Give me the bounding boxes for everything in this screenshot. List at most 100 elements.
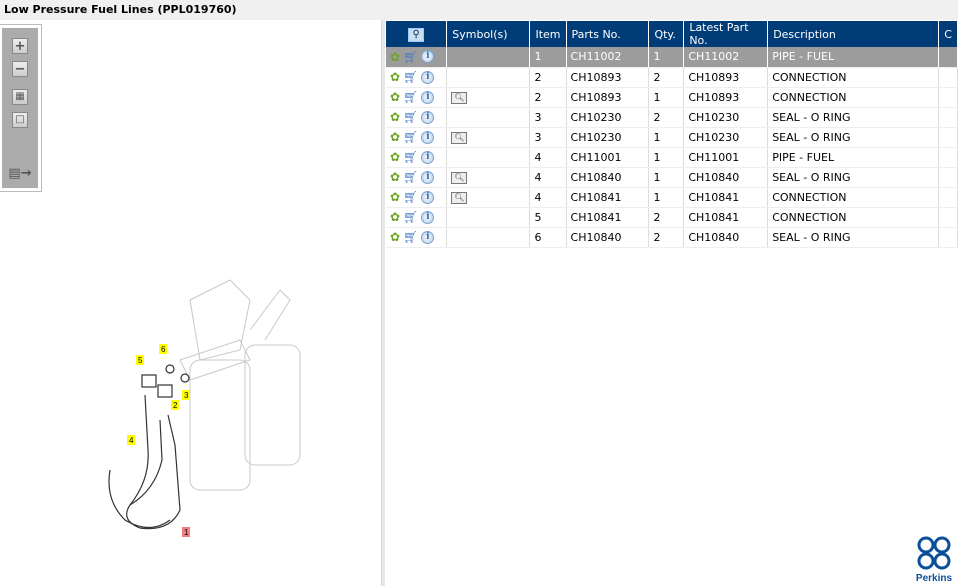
qty-cell: 2 [648, 227, 685, 248]
part-no-cell: CH10230 [566, 107, 650, 128]
parts-diagram[interactable]: 5 6 3 2 4 1 [90, 270, 310, 540]
actions-cell: ✿ 🛒︎ i [386, 127, 448, 148]
info-icon[interactable]: i [421, 170, 435, 184]
truncated-cell [938, 47, 958, 68]
grid-icon: ▦ [15, 91, 25, 102]
part-no-cell: CH10893 [566, 67, 650, 88]
symbol-cell [446, 227, 531, 248]
truncated-cell [938, 167, 958, 188]
info-icon[interactable]: i [421, 190, 435, 204]
fit-all-button[interactable]: ▦ [12, 89, 28, 105]
description-header[interactable]: Description [767, 21, 940, 47]
gear-icon[interactable]: ✿ [390, 90, 400, 104]
cart-icon[interactable]: 🛒︎ [403, 230, 418, 244]
callout-3[interactable]: 3 [184, 391, 189, 400]
callout-4[interactable]: 4 [129, 436, 134, 445]
info-icon[interactable]: i [421, 70, 435, 84]
item-cell: 4 [529, 147, 567, 168]
table-row[interactable]: ✿ 🛒︎ i 2 CH10893 2 CH10893 CONNECTION [386, 67, 958, 88]
book-magnifier-icon[interactable]: 🔍︎ [451, 91, 468, 104]
gear-icon[interactable]: ✿ [390, 210, 400, 224]
gear-icon[interactable]: ✿ [390, 190, 400, 204]
latest-part-cell: CH10840 [683, 167, 769, 188]
part-no-cell: CH11002 [566, 47, 650, 68]
fit-window-button[interactable]: □ [12, 112, 28, 128]
cart-icon[interactable]: 🛒︎ [403, 170, 418, 184]
description-cell: SEAL - O RING [767, 167, 940, 188]
zoom-in-button[interactable]: + [12, 38, 28, 54]
part-no-cell: CH10893 [566, 87, 650, 108]
info-icon[interactable]: i [421, 210, 435, 224]
table-row[interactable]: ✿ 🛒︎ i 🔍︎ 3 CH10230 1 CH10230 SEAL - O RIN… [386, 127, 958, 148]
cart-icon[interactable]: 🛒︎ [403, 190, 418, 204]
description-cell: SEAL - O RING [767, 227, 940, 248]
table-row[interactable]: ✿ 🛒︎ i 🔍︎ 2 CH10893 1 CH10893 CONNECTION [386, 87, 958, 108]
callout-1[interactable]: 1 [184, 528, 189, 537]
callout-5[interactable]: 5 [138, 356, 143, 365]
pane-splitter[interactable] [381, 20, 385, 586]
search-column-header[interactable]: ⚲ [386, 21, 448, 47]
item-header[interactable]: Item [529, 21, 567, 47]
qty-cell: 2 [648, 207, 685, 228]
info-icon[interactable]: i [421, 130, 435, 144]
table-row[interactable]: ✿ 🛒︎ i 6 CH10840 2 CH10840 SEAL - O RING [386, 227, 958, 248]
gear-icon[interactable]: ✿ [390, 150, 400, 164]
cart-icon[interactable]: 🛒︎ [403, 130, 418, 144]
latest-part-header[interactable]: Latest Part No. [683, 21, 769, 47]
latest-part-cell: CH11001 [683, 147, 769, 168]
toggle-panel-button[interactable]: ▤→ [8, 165, 31, 181]
description-cell: CONNECTION [767, 207, 940, 228]
truncated-header[interactable]: C [938, 21, 958, 47]
info-icon[interactable]: i [421, 230, 435, 244]
actions-cell: ✿ 🛒︎ i [386, 87, 448, 108]
actions-cell: ✿ 🛒︎ i [386, 227, 448, 248]
qty-header[interactable]: Qty. [648, 21, 685, 47]
cart-icon[interactable]: 🛒︎ [403, 50, 418, 64]
symbol-cell [446, 147, 531, 168]
info-icon[interactable]: i [421, 110, 435, 124]
cart-icon[interactable]: 🛒︎ [403, 70, 418, 84]
table-row[interactable]: ✿ 🛒︎ i 5 CH10841 2 CH10841 CONNECTION [386, 207, 958, 228]
part-no-header[interactable]: Parts No. [566, 21, 650, 47]
qty-cell: 1 [648, 147, 685, 168]
gear-icon[interactable]: ✿ [390, 50, 400, 64]
table-row[interactable]: ✿ 🛒︎ i 1 CH11002 1 CH11002 PIPE - FUEL [386, 47, 958, 68]
symbols-header[interactable]: Symbol(s) [446, 21, 531, 47]
info-icon[interactable]: i [421, 150, 435, 164]
cart-icon[interactable]: 🛒︎ [403, 110, 418, 124]
latest-part-cell: CH10841 [683, 207, 769, 228]
symbol-cell [446, 67, 531, 88]
zoom-out-button[interactable]: − [12, 61, 28, 77]
callout-6[interactable]: 6 [161, 345, 166, 354]
cart-icon[interactable]: 🛒︎ [403, 90, 418, 104]
actions-cell: ✿ 🛒︎ i [386, 147, 448, 168]
gear-icon[interactable]: ✿ [390, 230, 400, 244]
qty-cell: 2 [648, 67, 685, 88]
table-row[interactable]: ✿ 🛒︎ i 🔍︎ 4 CH10841 1 CH10841 CONNECTION [386, 187, 958, 208]
actions-cell: ✿ 🛒︎ i [386, 207, 448, 228]
plus-icon: + [14, 38, 26, 54]
qty-cell: 2 [648, 107, 685, 128]
callout-2[interactable]: 2 [173, 401, 178, 410]
info-icon[interactable]: i [421, 50, 435, 64]
cart-icon[interactable]: 🛒︎ [403, 150, 418, 164]
info-icon[interactable]: i [421, 90, 435, 104]
symbol-cell: 🔍︎ [446, 167, 531, 188]
qty-cell: 1 [648, 127, 685, 148]
gear-icon[interactable]: ✿ [390, 110, 400, 124]
gear-icon[interactable]: ✿ [390, 70, 400, 84]
table-row[interactable]: ✿ 🛒︎ i 3 CH10230 2 CH10230 SEAL - O RING [386, 107, 958, 128]
page-title: Low Pressure Fuel Lines (PPL019760) [0, 0, 958, 20]
gear-icon[interactable]: ✿ [390, 170, 400, 184]
table-row[interactable]: ✿ 🛒︎ i 🔍︎ 4 CH10840 1 CH10840 SEAL - O RIN… [386, 167, 958, 188]
square-icon: □ [15, 114, 25, 125]
cart-icon[interactable]: 🛒︎ [403, 210, 418, 224]
gear-icon[interactable]: ✿ [390, 130, 400, 144]
actions-cell: ✿ 🛒︎ i [386, 167, 448, 188]
book-magnifier-icon[interactable]: 🔍︎ [451, 191, 468, 204]
table-row[interactable]: ✿ 🛒︎ i 4 CH11001 1 CH11001 PIPE - FUEL [386, 147, 958, 168]
book-magnifier-icon[interactable]: 🔍︎ [451, 171, 468, 184]
diagram-pane[interactable]: + − ▦ □ ▤→ 5 6 3 2 4 1 [0, 20, 381, 586]
search-icon[interactable]: ⚲ [408, 27, 425, 42]
book-magnifier-icon[interactable]: 🔍︎ [451, 131, 468, 144]
